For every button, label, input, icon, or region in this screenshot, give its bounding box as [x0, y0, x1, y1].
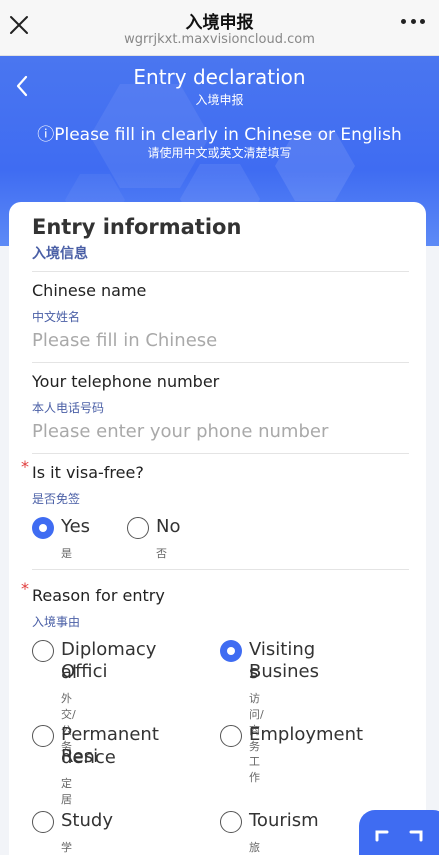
radio-label-cn: 工作 — [249, 755, 260, 784]
visa-free-label: Is it visa-free? — [32, 463, 144, 482]
section-title-cn: 入境信息 — [32, 246, 88, 262]
chinese-name-label-cn: 中文姓名 — [32, 310, 81, 324]
radio-label-cont: al — [61, 662, 78, 683]
section-title: Entry information — [32, 215, 242, 239]
radio-label-cn: 定居 — [61, 777, 72, 806]
entry-form-card: Entry information 入境信息 Chinese name 中文姓名… — [9, 202, 426, 855]
browser-url: wgrrjkxt.maxvisioncloud.com — [124, 32, 315, 47]
phone-label: Your telephone number — [32, 372, 220, 391]
radio-label-cn: 是 — [61, 547, 72, 560]
radio-label-cn: 旅游 — [249, 841, 260, 854]
radio-label-cont: s — [249, 662, 259, 683]
radio-unchecked-icon — [127, 517, 149, 539]
scan-button[interactable] — [359, 810, 439, 855]
radio-unchecked-icon — [220, 811, 242, 833]
radio-label: No — [156, 516, 181, 537]
divider — [32, 271, 409, 272]
radio-unchecked-icon — [32, 640, 54, 662]
phone-input[interactable] — [32, 418, 402, 444]
browser-top-bar: 入境申报 wgrrjkxt.maxvisioncloud.com — [0, 0, 439, 56]
more-icon[interactable] — [401, 16, 425, 26]
radio-checked-icon — [32, 517, 54, 539]
radio-checked-icon — [220, 640, 242, 662]
radio-unchecked-icon — [220, 725, 242, 747]
divider — [32, 362, 409, 363]
radio-unchecked-icon — [32, 811, 54, 833]
radio-label: Study — [61, 810, 113, 831]
radio-label: Visiting Busines — [249, 639, 319, 682]
reason-label-cn: 入境事由 — [32, 615, 81, 629]
radio-label: Yes — [61, 516, 91, 537]
chinese-name-label: Chinese name — [32, 281, 147, 300]
scan-icon — [375, 830, 423, 842]
radio-label-cn: 学习 — [61, 841, 72, 854]
page-title-cn: 入境申报 — [195, 93, 244, 107]
radio-unchecked-icon — [32, 725, 54, 747]
required-mark: * — [21, 579, 29, 598]
radio-label: Tourism — [249, 810, 319, 831]
divider — [32, 453, 409, 454]
fill-notice-cn: 请使用中文或英文清楚填写 — [147, 146, 292, 160]
phone-label-cn: 本人电话号码 — [32, 401, 105, 415]
reason-label: Reason for entry — [32, 586, 165, 605]
fill-notice: ⓘPlease fill in clearly in Chinese or En… — [37, 125, 402, 145]
divider — [32, 569, 409, 570]
radio-label: Employment — [249, 724, 364, 745]
visa-free-label-cn: 是否免签 — [32, 492, 81, 506]
required-mark: * — [21, 457, 29, 476]
browser-title: 入境申报 — [185, 13, 254, 33]
radio-label-cont: dence — [61, 747, 116, 768]
chinese-name-input[interactable] — [32, 327, 402, 353]
radio-label-cn: 否 — [156, 547, 167, 560]
page-title: Entry declaration — [133, 65, 306, 89]
